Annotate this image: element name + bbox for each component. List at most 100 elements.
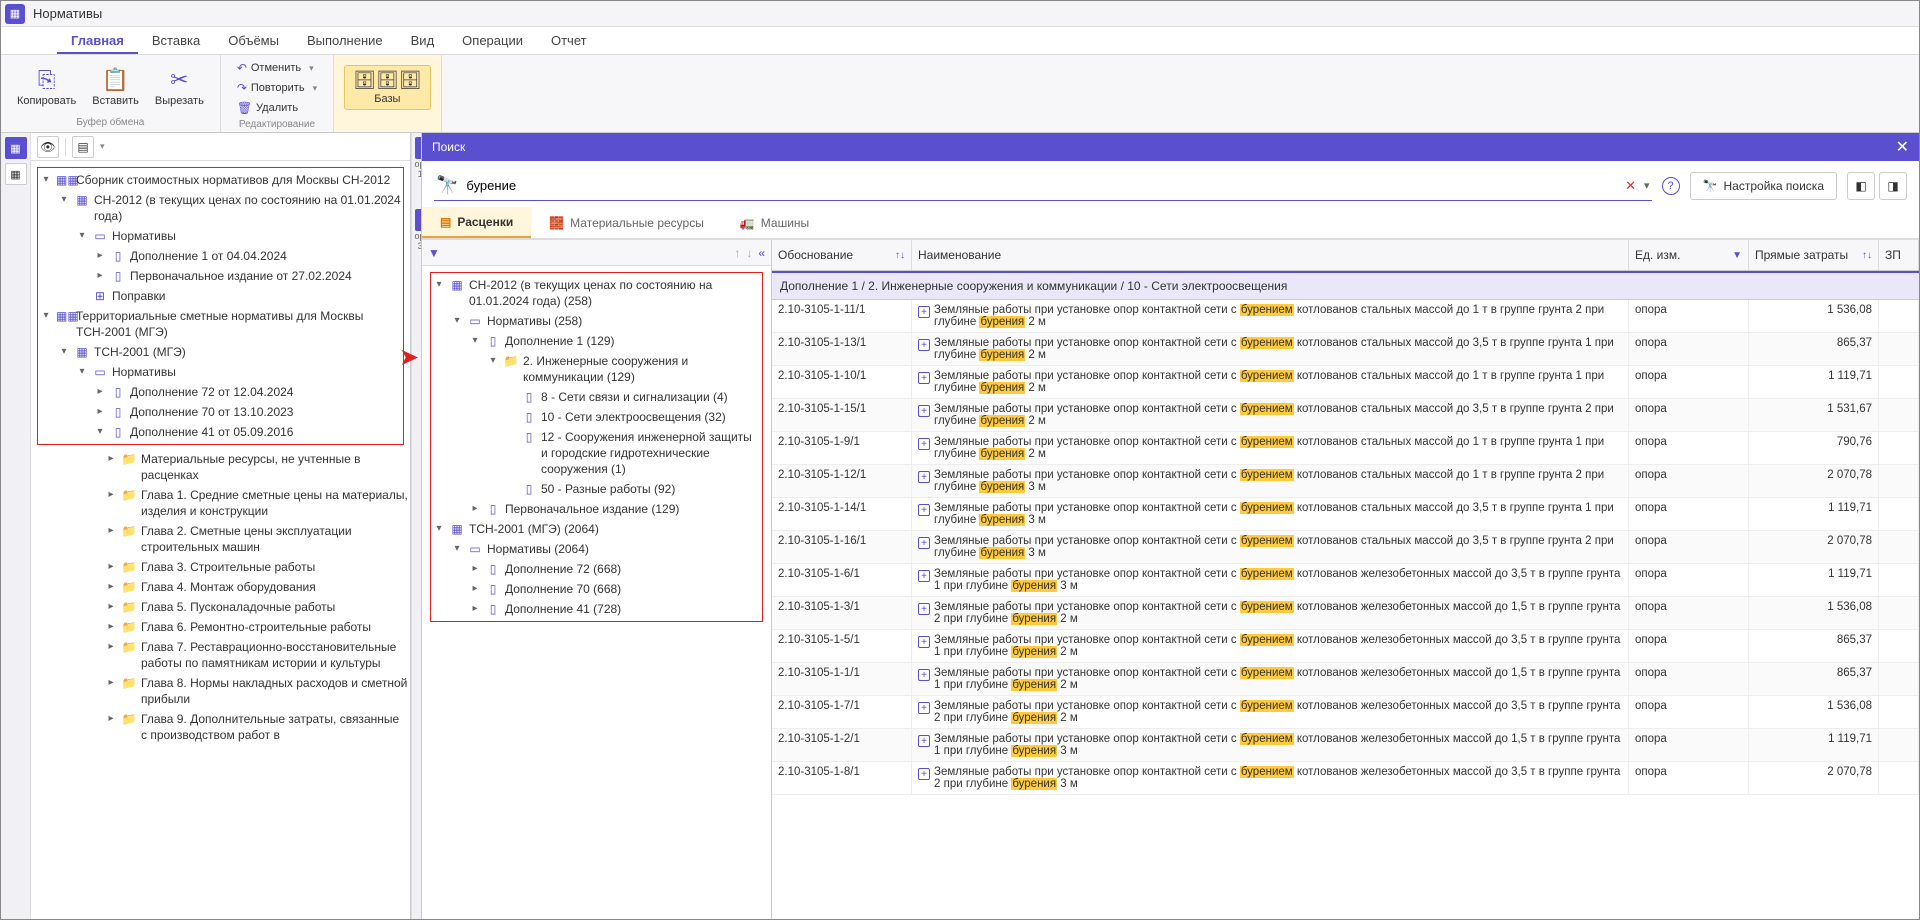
- clear-search-icon[interactable]: ✕: [1625, 178, 1636, 194]
- table-row[interactable]: 2.10-3105-1-6/1+Земляные работы при уста…: [772, 564, 1919, 597]
- table-row[interactable]: 2.10-3105-1-3/1+Земляные работы при уста…: [772, 597, 1919, 630]
- itree-add1[interactable]: ▾▯Дополнение 1 (129): [433, 331, 760, 351]
- results-table[interactable]: Обоснование↑↓ Наименование Ед. изм.▼ Пря…: [772, 240, 1919, 919]
- col-name[interactable]: Наименование: [912, 240, 1629, 270]
- tree-root-sn2012[interactable]: ▾▦▦Сборник стоимостных нормативов для Мо…: [40, 170, 401, 190]
- leftbar-btn-1[interactable]: ▦: [5, 137, 27, 159]
- table-row[interactable]: 2.10-3105-1-9/1+Земляные работы при уста…: [772, 432, 1919, 465]
- tree-addendum-41[interactable]: ▾▯Дополнение 41 от 05.09.2016: [40, 422, 401, 442]
- close-icon[interactable]: ✕: [1896, 137, 1909, 157]
- itree-50[interactable]: ▯50 - Разные работы (92): [433, 479, 760, 499]
- itree-tsn2001[interactable]: ▾▦ТСН-2001 (МГЭ) (2064): [433, 519, 760, 539]
- table-row[interactable]: 2.10-3105-1-7/1+Земляные работы при уста…: [772, 696, 1919, 729]
- expand-icon[interactable]: +: [918, 339, 930, 351]
- expand-icon[interactable]: +: [918, 537, 930, 549]
- itree-add70[interactable]: ▸▯Дополнение 70 (668): [433, 579, 760, 599]
- tab-home[interactable]: Главная: [57, 27, 138, 54]
- nav-down-icon[interactable]: ↓: [746, 246, 752, 260]
- table-row[interactable]: 2.10-3105-1-11/1+Земляные работы при уст…: [772, 300, 1919, 333]
- itree-12[interactable]: ▯12 - Сооружения инженерной защиты и гор…: [433, 427, 760, 479]
- collapse-icon[interactable]: «: [758, 246, 765, 260]
- tree-folder-ch2[interactable]: ▸📁Глава 2. Сметные цены эксплуатации стр…: [33, 521, 408, 557]
- expand-icon[interactable]: +: [918, 471, 930, 483]
- expand-icon[interactable]: +: [918, 735, 930, 747]
- expand-icon[interactable]: +: [918, 603, 930, 615]
- delete-button[interactable]: 🗑Удалить: [231, 99, 323, 117]
- filter-button[interactable]: ▼: [428, 246, 440, 260]
- table-row[interactable]: 2.10-3105-1-13/1+Земляные работы при уст…: [772, 333, 1919, 366]
- cut-button[interactable]: ✂ Вырезать: [149, 65, 210, 109]
- inner-tree[interactable]: ▾▦СН-2012 (в текущих ценах по состоянию …: [422, 266, 771, 919]
- col-obosnovanie[interactable]: Обоснование↑↓: [772, 240, 912, 270]
- itree-sn2012[interactable]: ▾▦СН-2012 (в текущих ценах по состоянию …: [433, 275, 760, 311]
- expand-icon[interactable]: +: [918, 702, 930, 714]
- redo-button[interactable]: ↷Повторить▾: [231, 79, 323, 97]
- search-settings-button[interactable]: 🔭 Настройка поиска: [1690, 172, 1837, 200]
- col-unit[interactable]: Ед. изм.▼: [1629, 240, 1749, 270]
- tree-folder-ch6[interactable]: ▸📁Глава 6. Ремонтно-строительные работы: [33, 617, 408, 637]
- itree-eng[interactable]: ▾📁2. Инженерные сооружения и коммуникаци…: [433, 351, 760, 387]
- paste-button[interactable]: 📋 Вставить: [86, 65, 145, 109]
- tab-volumes[interactable]: Объёмы: [214, 27, 293, 54]
- layout-left-button[interactable]: ◧: [1847, 172, 1875, 200]
- tree-tsn2001-mge[interactable]: ▾▦ТСН-2001 (МГЭ): [40, 342, 401, 362]
- col-zp[interactable]: ЗП: [1879, 240, 1919, 270]
- col-cost[interactable]: Прямые затраты↑↓: [1749, 240, 1879, 270]
- tab-view[interactable]: Вид: [397, 27, 449, 54]
- table-row[interactable]: 2.10-3105-1-2/1+Земляные работы при уста…: [772, 729, 1919, 762]
- tree-addendum-1[interactable]: ▸▯Дополнение 1 от 04.04.2024: [40, 246, 401, 266]
- itree-first-ed[interactable]: ▸▯Первоначальное издание (129): [433, 499, 760, 519]
- tree-normatives-1[interactable]: ▾▭Нормативы: [40, 226, 401, 246]
- itree-8[interactable]: ▯8 - Сети связи и сигнализации (4): [433, 387, 760, 407]
- leftbar-btn-2[interactable]: ▦: [5, 163, 27, 185]
- expand-icon[interactable]: +: [918, 669, 930, 681]
- tree-folder-ch8[interactable]: ▸📁Глава 8. Нормы накладных расходов и см…: [33, 673, 408, 709]
- layout-right-button[interactable]: ◨: [1879, 172, 1907, 200]
- itree-add72[interactable]: ▸▯Дополнение 72 (668): [433, 559, 760, 579]
- tree-folder-ch7[interactable]: ▸📁Глава 7. Реставрационно-восстановитель…: [33, 637, 408, 673]
- search-dropdown-icon[interactable]: ▾: [1644, 179, 1650, 192]
- nav-tree[interactable]: ▾▦▦Сборник стоимостных нормативов для Мо…: [31, 161, 410, 919]
- expand-icon[interactable]: +: [918, 570, 930, 582]
- tab-materials[interactable]: 🧱Материальные ресурсы: [531, 207, 722, 238]
- table-row[interactable]: 2.10-3105-1-16/1+Земляные работы при уст…: [772, 531, 1919, 564]
- expand-icon[interactable]: +: [918, 768, 930, 780]
- chevron-down-icon[interactable]: ▾: [100, 141, 105, 152]
- tab-execution[interactable]: Выполнение: [293, 27, 397, 54]
- nav-toggle-visibility[interactable]: 👁: [37, 136, 59, 158]
- table-row[interactable]: 2.10-3105-1-15/1+Земляные работы при уст…: [772, 399, 1919, 432]
- help-icon[interactable]: ?: [1662, 177, 1680, 195]
- table-row[interactable]: 2.10-3105-1-10/1+Земляные работы при уст…: [772, 366, 1919, 399]
- tab-prices[interactable]: ▤Расценки: [422, 207, 531, 238]
- expand-icon[interactable]: +: [918, 636, 930, 648]
- expand-icon[interactable]: +: [918, 405, 930, 417]
- tree-normatives-2[interactable]: ▾▭Нормативы: [40, 362, 401, 382]
- tree-addendum-72[interactable]: ▸▯Дополнение 72 от 12.04.2024: [40, 382, 401, 402]
- undo-button[interactable]: ↶Отменить▾: [231, 59, 323, 77]
- table-row[interactable]: 2.10-3105-1-5/1+Земляные работы при уста…: [772, 630, 1919, 663]
- expand-icon[interactable]: +: [918, 438, 930, 450]
- tab-report[interactable]: Отчет: [537, 27, 601, 54]
- table-row[interactable]: 2.10-3105-1-14/1+Земляные работы при уст…: [772, 498, 1919, 531]
- tree-folder-ch1[interactable]: ▸📁Глава 1. Средние сметные цены на матер…: [33, 485, 408, 521]
- table-row[interactable]: 2.10-3105-1-8/1+Земляные работы при уста…: [772, 762, 1919, 795]
- tree-root-tsn2001[interactable]: ▾▦▦Территориальные сметные нормативы для…: [40, 306, 401, 342]
- tree-addendum-70[interactable]: ▸▯Дополнение 70 от 13.10.2023: [40, 402, 401, 422]
- tree-folder-materials[interactable]: ▸📁Материальные ресурсы, не учтенные в ра…: [33, 449, 408, 485]
- search-input[interactable]: [466, 178, 1617, 193]
- db-button[interactable]: 🗄🗄🗄 Базы: [344, 65, 431, 110]
- copy-button[interactable]: ⎘ Копировать: [11, 65, 82, 109]
- table-row[interactable]: 2.10-3105-1-12/1+Земляные работы при уст…: [772, 465, 1919, 498]
- tree-corrections[interactable]: ⊞Поправки: [40, 286, 401, 306]
- tree-folder-ch9[interactable]: ▸📁Глава 9. Дополнительные затраты, связа…: [33, 709, 408, 745]
- tree-folder-ch5[interactable]: ▸📁Глава 5. Пусконаладочные работы: [33, 597, 408, 617]
- nav-up-icon[interactable]: ↑: [734, 246, 740, 260]
- tree-sn2012-prices[interactable]: ▾▦СН-2012 (в текущих ценах по состоянию …: [40, 190, 401, 226]
- expand-icon[interactable]: +: [918, 306, 930, 318]
- itree-normatives[interactable]: ▾▭Нормативы (258): [433, 311, 760, 331]
- expand-icon[interactable]: +: [918, 504, 930, 516]
- expand-icon[interactable]: +: [918, 372, 930, 384]
- nav-layout-btn[interactable]: ▤: [72, 136, 94, 158]
- tab-operations[interactable]: Операции: [448, 27, 537, 54]
- itree-norm2[interactable]: ▾▭Нормативы (2064): [433, 539, 760, 559]
